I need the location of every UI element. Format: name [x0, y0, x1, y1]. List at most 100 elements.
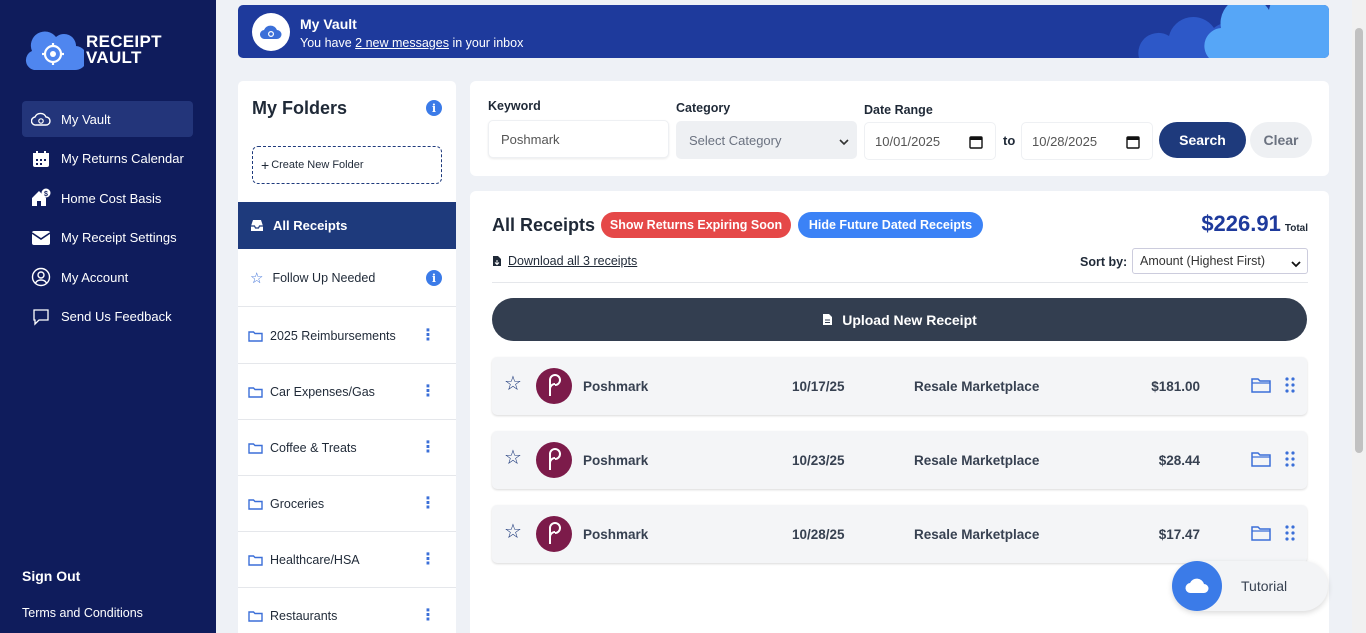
sidebar: RECEIPT VAULT My Vault My Returns Calend… — [0, 0, 216, 633]
info-icon[interactable]: i — [426, 270, 442, 286]
info-icon[interactable]: i — [426, 100, 442, 116]
scrollbar-thumb[interactable] — [1355, 28, 1363, 453]
folder-item[interactable]: 2025 Reimbursements ⋮ — [238, 308, 456, 364]
drag-handle-icon[interactable] — [1285, 451, 1295, 470]
receipts-title: All Receipts — [492, 215, 596, 235]
receipt-row[interactable]: ☆ Poshmark 10/28/25 Resale Marketplace $… — [492, 505, 1307, 563]
vault-icon — [252, 13, 290, 51]
new-messages-link[interactable]: 2 new messages — [355, 36, 449, 50]
sidebar-item-label: My Returns Calendar — [61, 151, 184, 167]
folder-label: Follow Up Needed — [272, 270, 376, 285]
kebab-menu-icon[interactable]: ⋮ — [420, 495, 436, 511]
folder-icon — [248, 554, 264, 566]
star-icon[interactable]: ☆ — [504, 374, 522, 394]
chevron-down-icon — [1291, 257, 1301, 271]
category-label: Category — [676, 101, 731, 115]
terms-link[interactable]: Terms and Conditions — [22, 606, 143, 620]
sidebar-item-my-account[interactable]: My Account — [22, 259, 193, 295]
plus-icon: + — [261, 157, 270, 173]
download-all-link[interactable]: Download all 3 receipts — [492, 254, 637, 268]
receipt-row[interactable]: ☆ Poshmark 10/23/25 Resale Marketplace $… — [492, 431, 1307, 489]
svg-text:$: $ — [44, 191, 48, 198]
receipts-total: $226.91 Total — [1201, 211, 1308, 237]
kebab-menu-icon[interactable]: ⋮ — [420, 327, 436, 343]
merchant-name: Poshmark — [583, 527, 649, 542]
folder-label: Coffee & Treats — [270, 440, 357, 455]
upload-label: Upload New Receipt — [842, 311, 977, 328]
calendar-icon[interactable] — [969, 135, 983, 152]
calendar-icon[interactable] — [1126, 135, 1140, 152]
chat-icon — [30, 306, 52, 328]
date-range-to: to — [1003, 133, 1016, 148]
banner-text-suffix: in your inbox — [448, 36, 524, 50]
sidebar-item-receipt-settings[interactable]: My Receipt Settings — [22, 220, 193, 256]
merchant-name: Poshmark — [583, 453, 649, 468]
banner-clouds-decoration — [1138, 5, 1329, 58]
calendar-icon — [30, 148, 52, 170]
keyword-label: Keyword — [488, 99, 541, 113]
folder-follow-up[interactable]: ☆ Follow Up Needed i — [238, 249, 456, 307]
hide-future-button[interactable]: Hide Future Dated Receipts — [798, 212, 983, 238]
search-button[interactable]: Search — [1159, 122, 1246, 158]
receipt-category: Resale Marketplace — [914, 379, 1040, 394]
vault-banner: My Vault You have 2 new messages in your… — [238, 5, 1329, 58]
upload-receipt-button[interactable]: Upload New Receipt — [492, 298, 1307, 341]
category-value: Select Category — [689, 132, 782, 148]
sign-out-link[interactable]: Sign Out — [22, 568, 80, 584]
sidebar-item-label: Home Cost Basis — [61, 190, 162, 206]
sidebar-nav: My Vault My Returns Calendar $ Home Cost… — [22, 101, 193, 339]
sidebar-item-label: My Vault — [61, 111, 111, 127]
sort-value: Amount (Highest First) — [1140, 254, 1266, 268]
drag-handle-icon[interactable] — [1285, 525, 1295, 544]
total-label: Total — [1284, 223, 1308, 234]
kebab-menu-icon[interactable]: ⋮ — [420, 439, 436, 455]
folder-item[interactable]: Car Expenses/Gas ⋮ — [238, 364, 456, 420]
sidebar-item-home-cost-basis[interactable]: $ Home Cost Basis — [22, 180, 193, 216]
poshmark-logo-icon — [536, 368, 572, 404]
drag-handle-icon[interactable] — [1285, 377, 1295, 396]
folder-item[interactable]: Coffee & Treats ⋮ — [238, 420, 456, 476]
receipt-date: 10/28/25 — [792, 527, 845, 542]
sidebar-item-label: Send Us Feedback — [61, 309, 172, 325]
kebab-menu-icon[interactable]: ⋮ — [420, 607, 436, 623]
date-to-input[interactable]: 10/28/2025 — [1021, 122, 1153, 160]
folder-item[interactable]: Restaurants ⋮ — [238, 588, 456, 633]
divider — [492, 282, 1308, 283]
folder-label: 2025 Reimbursements — [270, 328, 396, 343]
folder-icon[interactable] — [1251, 451, 1271, 470]
sidebar-item-returns-calendar[interactable]: My Returns Calendar — [22, 141, 193, 177]
folder-item[interactable]: Groceries ⋮ — [238, 476, 456, 532]
star-icon[interactable]: ☆ — [504, 522, 522, 542]
vault-icon — [30, 108, 52, 130]
page-scrollbar[interactable] — [1352, 0, 1366, 633]
sidebar-item-feedback[interactable]: Send Us Feedback — [22, 299, 193, 335]
kebab-menu-icon[interactable]: ⋮ — [420, 383, 436, 399]
star-icon[interactable]: ☆ — [504, 448, 522, 468]
create-folder-button[interactable]: + Create New Folder — [252, 146, 442, 184]
tutorial-button[interactable]: Tutorial — [1172, 561, 1328, 611]
folders-title: My Folders — [252, 98, 348, 118]
folders-panel: My Folders i + Create New Folder All Rec… — [238, 81, 456, 633]
folder-item[interactable]: Healthcare/HSA ⋮ — [238, 532, 456, 588]
receipt-row[interactable]: ☆ Poshmark 10/17/25 Resale Marketplace $… — [492, 357, 1307, 415]
clear-button[interactable]: Clear — [1250, 122, 1312, 158]
brand-logo[interactable]: RECEIPT VAULT — [22, 28, 162, 72]
envelope-icon — [30, 227, 52, 249]
sort-select[interactable]: Amount (Highest First) — [1132, 248, 1308, 274]
category-select[interactable]: Select Category — [676, 121, 857, 159]
user-circle-icon — [30, 266, 52, 288]
folder-label: Groceries — [270, 496, 325, 511]
kebab-menu-icon[interactable]: ⋮ — [420, 551, 436, 567]
folder-icon — [248, 610, 264, 622]
folder-icon[interactable] — [1251, 525, 1271, 544]
folder-icon[interactable] — [1251, 377, 1271, 396]
banner-subtitle: You have 2 new messages in your inbox — [300, 36, 523, 50]
show-expiring-button[interactable]: Show Returns Expiring Soon — [601, 212, 791, 238]
date-from-input[interactable]: 10/01/2025 — [864, 122, 996, 160]
folder-all-receipts[interactable]: All Receipts — [238, 202, 456, 249]
banner-title: My Vault — [300, 16, 357, 32]
folder-label: Car Expenses/Gas — [270, 384, 375, 399]
sidebar-item-my-vault[interactable]: My Vault — [22, 101, 193, 137]
folder-label: Restaurants — [270, 608, 338, 623]
keyword-input[interactable]: Poshmark — [488, 120, 669, 158]
